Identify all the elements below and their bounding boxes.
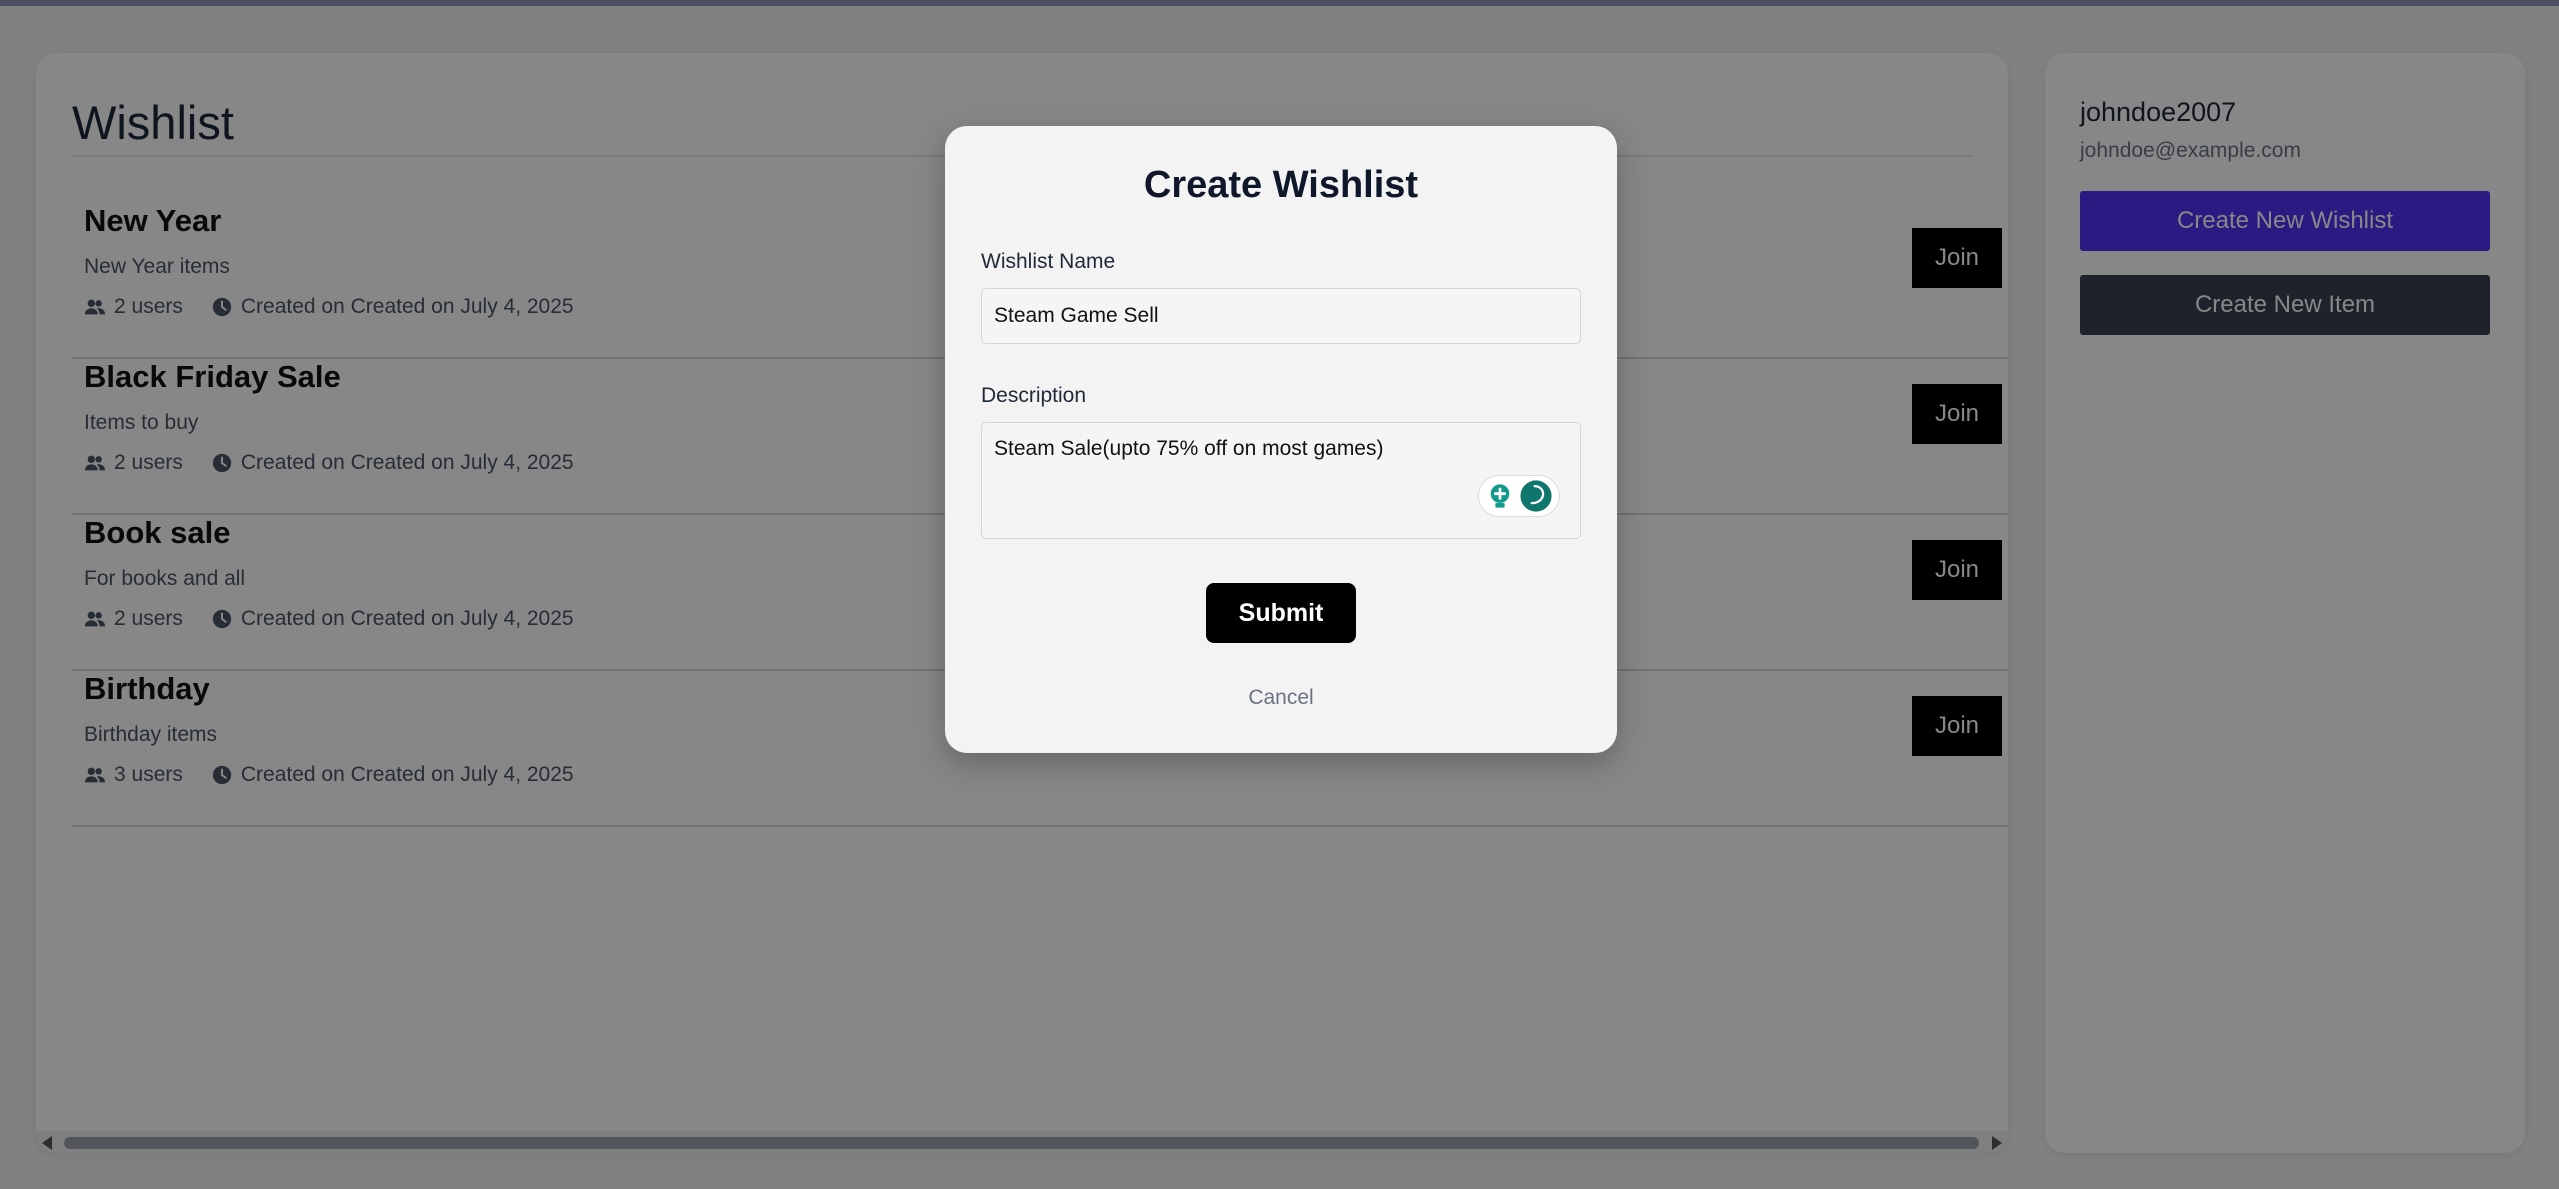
description-label: Description (981, 384, 1087, 407)
wishlist-name-label: Wishlist Name (981, 250, 1116, 273)
wishlist-name-input[interactable] (981, 288, 1581, 344)
grammar-assistant-icon[interactable] (1519, 479, 1553, 513)
submit-button[interactable]: Submit (1206, 583, 1356, 643)
create-wishlist-modal: Create Wishlist Wishlist Name Descriptio… (945, 126, 1617, 753)
grammar-assistant-widget[interactable] (1478, 475, 1560, 517)
lightbulb-plus-icon[interactable] (1486, 482, 1514, 510)
modal-title: Create Wishlist (1143, 164, 1419, 206)
cancel-link[interactable]: Cancel (945, 686, 1617, 710)
